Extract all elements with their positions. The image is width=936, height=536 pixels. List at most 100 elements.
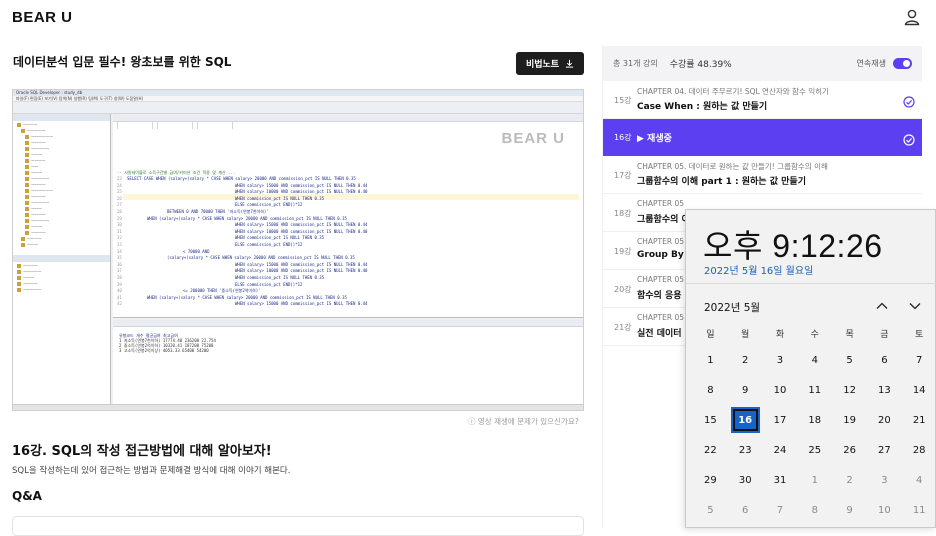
calendar-day[interactable]: 17 [763, 405, 798, 435]
calendar-day[interactable]: 5 [832, 345, 867, 375]
calendar-day[interactable]: 18 [797, 405, 832, 435]
note-button[interactable]: 비법노트 [516, 52, 584, 75]
calendar-day[interactable]: 9 [832, 495, 867, 525]
calendar-week: 5 6 7 8 9 10 11 [693, 495, 936, 525]
video-player[interactable]: Oracle SQL Developer : study_db 파일(F) 편집… [12, 89, 584, 411]
download-icon [565, 59, 574, 68]
lesson-item-title: Group By / [637, 250, 691, 260]
calendar-day[interactable]: 29 [693, 465, 728, 495]
calendar-day-number: 21 [912, 414, 926, 426]
calendar-day[interactable]: 12 [832, 375, 867, 405]
check-circle-icon [903, 131, 915, 146]
calendar-day[interactable]: 24 [763, 435, 798, 465]
tree-line: ㅡㅡㅡㅡㅡ [13, 269, 110, 274]
weekday-label: 목 [845, 329, 854, 340]
code-line-text: < 70000 AND [183, 248, 210, 254]
code-line: 38 WHEN commission_pct IS NULL THEN 0.35 [117, 275, 324, 281]
calendar-day[interactable]: 2 [728, 345, 763, 375]
calendar-day[interactable]: 30 [728, 465, 763, 495]
calendar-day[interactable]: 6 [867, 345, 902, 375]
code-line-text: ELSE commission_pct END))*12 [235, 281, 303, 287]
lesson-number: 19강 [614, 247, 632, 256]
tree-line: ㅡㅡㅡㅡ [13, 263, 110, 268]
calendar-day[interactable]: 19 [832, 405, 867, 435]
tree-line: ㅡㅡㅡㅡ [13, 212, 110, 217]
result-rows: 1 저소득(연봉7천이하) 17774.48 236200 22.754 2 중소… [113, 338, 583, 353]
calendar-day-number: 5 [707, 504, 714, 516]
calendar-day-number: 1 [811, 474, 818, 486]
calendar-day[interactable]: 25 [797, 435, 832, 465]
code-line-text: WHEN salary> 15000 AND commission_pct IS… [235, 222, 368, 228]
calendar-day[interactable]: 8 [693, 375, 728, 405]
logo[interactable]: BEAR U [12, 9, 73, 26]
calendar-day[interactable]: 10 [867, 495, 902, 525]
calendar-month[interactable]: 2022년 5월 [704, 300, 760, 315]
lesson-number: 18강 [614, 209, 632, 218]
code-line-number: 38 [117, 275, 122, 280]
chevron-up-icon[interactable] [876, 301, 888, 311]
tree-line: ㅡㅡㅡㅡ [13, 158, 110, 163]
code-line-text: WHEN salary> 10000 AND commission_pct IS… [235, 189, 368, 195]
tree-line: ㅡㅡㅡㅡㅡ [13, 218, 110, 223]
calendar-day[interactable]: 26 [832, 435, 867, 465]
tree-line: ㅡㅡㅡㅡㅡㅡ [13, 134, 110, 139]
calendar-day[interactable]: 21 [902, 405, 936, 435]
calendar-day[interactable]: 14 [902, 375, 936, 405]
user-icon[interactable] [902, 7, 922, 27]
tree-line: ㅡㅡㅡ [13, 275, 110, 280]
calendar-day[interactable]: 27 [867, 435, 902, 465]
lesson-item[interactable]: 17강 CHAPTER 05. 데이터로 원하는 값 만들기! 그룹함수의 이해 그… [603, 156, 922, 194]
chevron-down-icon[interactable] [909, 301, 921, 311]
calendar-day-today[interactable]: 16 [728, 405, 763, 435]
continuous-play-label: 연속재생 [856, 59, 886, 68]
continuous-play-toggle[interactable] [893, 58, 912, 69]
calendar-day-number: 7 [915, 354, 923, 366]
calendar-day[interactable]: 23 [728, 435, 763, 465]
lesson-item[interactable]: 16강 ▶ 재생중 [603, 119, 922, 156]
calendar-weekdays: 일월화수목금토 [693, 321, 936, 345]
qa-input-box[interactable] [12, 516, 584, 536]
code-line-number: 42 [117, 301, 122, 307]
calendar-day[interactable]: 15 [693, 405, 728, 435]
calendar-day[interactable]: 7 [763, 495, 798, 525]
calendar-day[interactable]: 5 [693, 495, 728, 525]
calendar-day[interactable]: 13 [867, 375, 902, 405]
result-row: 3 고소득(연봉2억이상) 4053.33 65400 54200 [119, 348, 209, 353]
calendar-day[interactable]: 11 [902, 495, 936, 525]
report-video-problem-link[interactable]: ⓘ 영상 재생에 문제가 있으신가요? [468, 416, 579, 427]
calendar-day[interactable]: 4 [902, 465, 936, 495]
calendar-day[interactable]: 10 [763, 375, 798, 405]
calendar-day[interactable]: 2 [832, 465, 867, 495]
calendar-day-number: 22 [704, 444, 717, 456]
top-bar: BEAR U [0, 0, 936, 34]
calendar-day[interactable]: 22 [693, 435, 728, 465]
video-pane-header [13, 255, 110, 262]
lesson-number: 20강 [614, 285, 632, 294]
calendar-day-number: 11 [912, 504, 926, 516]
progress-rate: 수강률 48.39% [669, 60, 732, 70]
calendar-day[interactable]: 1 [693, 345, 728, 375]
code-line: 23 SELECT CASE WHEN (salary+(salary * CAS… [117, 176, 356, 182]
calendar-day[interactable]: 4 [797, 345, 832, 375]
calendar-day[interactable]: 3 [763, 345, 798, 375]
total-lessons: 총 31개 강의 [613, 59, 658, 68]
calendar-day[interactable]: 20 [867, 405, 902, 435]
course-title: 데이터분석 입문 필수! 왕초보를 위한 SQL [13, 55, 232, 69]
clock-date-link[interactable]: 2022년 5월 16일 월요일 [704, 262, 813, 277]
calendar-day[interactable]: 8 [797, 495, 832, 525]
calendar-day[interactable]: 28 [902, 435, 936, 465]
calendar-day[interactable]: 1 [797, 465, 832, 495]
code-line-text: WHEN (salary+(salary * CASE WHEN salary>… [147, 294, 347, 300]
calendar-day[interactable]: 31 [763, 465, 798, 495]
tree-line: ㅡㅡㅡㅡㅡㅡ [13, 188, 110, 193]
calendar-day-number: 20 [878, 414, 891, 426]
calendar-day[interactable]: 6 [728, 495, 763, 525]
calendar-day[interactable]: 11 [797, 375, 832, 405]
calendar-day[interactable]: 7 [902, 345, 936, 375]
tree-line: ㅡㅡㅡㅡ [13, 230, 110, 235]
lesson-item[interactable]: 15강 CHAPTER 04. 데이터 주무르기! SQL 연산자와 함수 익히기… [603, 81, 922, 119]
calendar-day[interactable]: 9 [728, 375, 763, 405]
code-line-number: 37 [117, 268, 122, 274]
calendar-day[interactable]: 3 [867, 465, 902, 495]
code-line: 29 WHEN (salary+(salary * CASE WHEN salar… [117, 216, 347, 222]
